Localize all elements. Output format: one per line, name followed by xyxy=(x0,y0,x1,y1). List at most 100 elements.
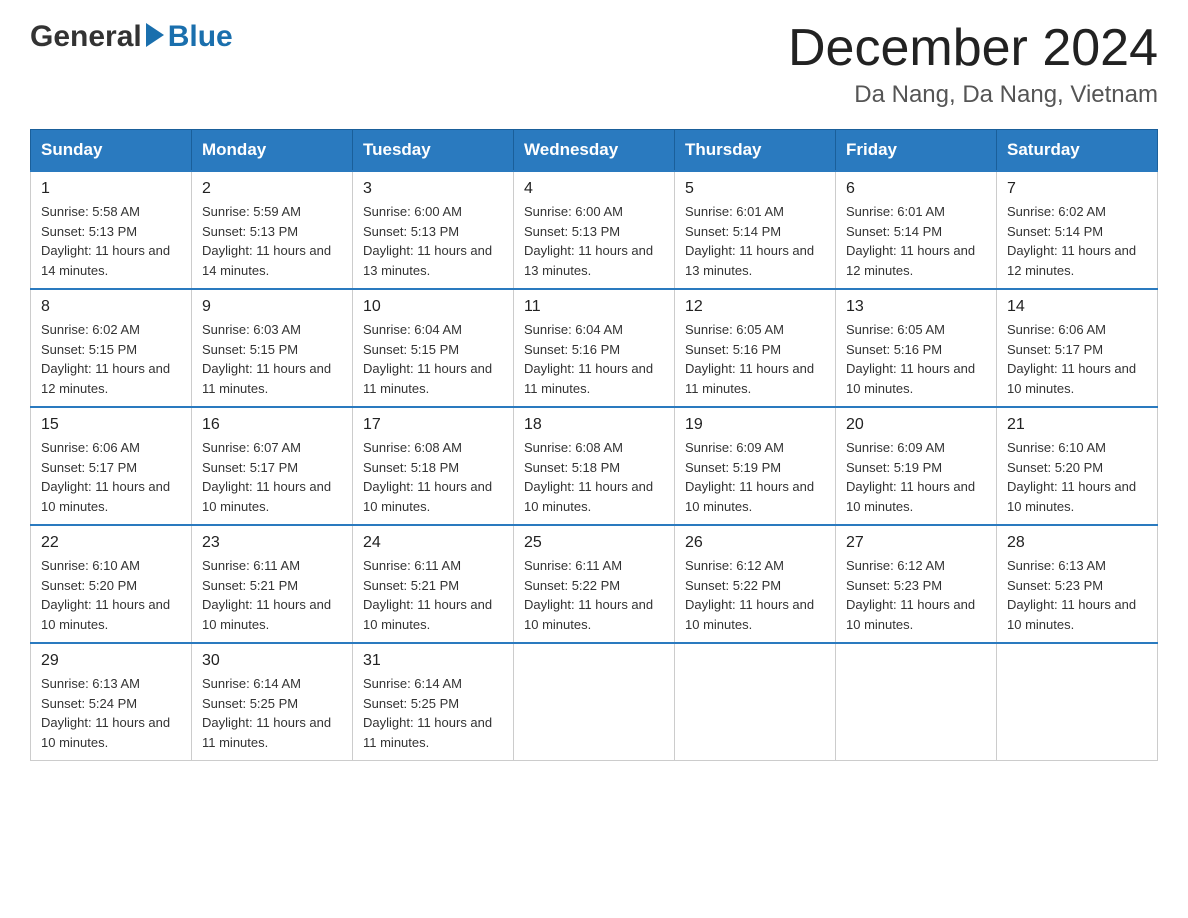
day-info: Sunrise: 6:10 AMSunset: 5:20 PMDaylight:… xyxy=(1007,438,1147,516)
day-number: 10 xyxy=(363,298,503,316)
day-info: Sunrise: 6:12 AMSunset: 5:22 PMDaylight:… xyxy=(685,556,825,634)
calendar-cell: 16 Sunrise: 6:07 AMSunset: 5:17 PMDayligh… xyxy=(192,407,353,525)
day-info: Sunrise: 6:07 AMSunset: 5:17 PMDaylight:… xyxy=(202,438,342,516)
day-info: Sunrise: 5:59 AMSunset: 5:13 PMDaylight:… xyxy=(202,202,342,280)
day-number: 18 xyxy=(524,416,664,434)
day-info: Sunrise: 6:09 AMSunset: 5:19 PMDaylight:… xyxy=(846,438,986,516)
calendar-cell: 7Sunrise: 6:02 AMSunset: 5:14 PMDaylight… xyxy=(997,171,1158,289)
calendar-cell: 8 Sunrise: 6:02 AMSunset: 5:15 PMDaylight… xyxy=(31,289,192,407)
location-title: Da Nang, Da Nang, Vietnam xyxy=(788,81,1158,109)
day-number: 25 xyxy=(524,534,664,552)
day-info: Sunrise: 6:04 AMSunset: 5:15 PMDaylight:… xyxy=(363,320,503,398)
calendar-cell: 5Sunrise: 6:01 AMSunset: 5:14 PMDaylight… xyxy=(675,171,836,289)
day-number: 2 xyxy=(202,180,342,198)
weekday-header-sunday: Sunday xyxy=(31,130,192,172)
day-info: Sunrise: 6:05 AMSunset: 5:16 PMDaylight:… xyxy=(685,320,825,398)
logo: General Blue xyxy=(30,20,233,54)
day-info: Sunrise: 6:12 AMSunset: 5:23 PMDaylight:… xyxy=(846,556,986,634)
day-info: Sunrise: 6:05 AMSunset: 5:16 PMDaylight:… xyxy=(846,320,986,398)
calendar-cell: 20Sunrise: 6:09 AMSunset: 5:19 PMDayligh… xyxy=(836,407,997,525)
day-info: Sunrise: 6:06 AMSunset: 5:17 PMDaylight:… xyxy=(1007,320,1147,398)
day-info: Sunrise: 6:11 AMSunset: 5:21 PMDaylight:… xyxy=(363,556,503,634)
calendar-cell: 27 Sunrise: 6:12 AMSunset: 5:23 PMDayligh… xyxy=(836,525,997,643)
day-number: 28 xyxy=(1007,534,1147,552)
day-info: Sunrise: 6:10 AMSunset: 5:20 PMDaylight:… xyxy=(41,556,181,634)
day-number: 9 xyxy=(202,298,342,316)
calendar-cell: 18 Sunrise: 6:08 AMSunset: 5:18 PMDayligh… xyxy=(514,407,675,525)
day-info: Sunrise: 6:13 AMSunset: 5:24 PMDaylight:… xyxy=(41,674,181,752)
logo-chevron-icon xyxy=(146,23,164,47)
calendar-cell: 19Sunrise: 6:09 AMSunset: 5:19 PMDayligh… xyxy=(675,407,836,525)
weekday-header-thursday: Thursday xyxy=(675,130,836,172)
weekday-header-tuesday: Tuesday xyxy=(353,130,514,172)
day-number: 16 xyxy=(202,416,342,434)
day-number: 31 xyxy=(363,652,503,670)
day-number: 14 xyxy=(1007,298,1147,316)
day-info: Sunrise: 6:08 AMSunset: 5:18 PMDaylight:… xyxy=(524,438,664,516)
day-info: Sunrise: 5:58 AMSunset: 5:13 PMDaylight:… xyxy=(41,202,181,280)
day-info: Sunrise: 6:04 AMSunset: 5:16 PMDaylight:… xyxy=(524,320,664,398)
day-number: 27 xyxy=(846,534,986,552)
weekday-header-row: SundayMondayTuesdayWednesdayThursdayFrid… xyxy=(31,130,1158,172)
day-number: 7 xyxy=(1007,180,1147,198)
calendar-cell: 4 Sunrise: 6:00 AMSunset: 5:13 PMDaylight… xyxy=(514,171,675,289)
logo-general-text: General xyxy=(30,20,142,54)
calendar-cell: 6 Sunrise: 6:01 AMSunset: 5:14 PMDaylight… xyxy=(836,171,997,289)
day-number: 4 xyxy=(524,180,664,198)
day-info: Sunrise: 6:11 AMSunset: 5:22 PMDaylight:… xyxy=(524,556,664,634)
day-number: 15 xyxy=(41,416,181,434)
day-number: 19 xyxy=(685,416,825,434)
calendar-cell: 11 Sunrise: 6:04 AMSunset: 5:16 PMDayligh… xyxy=(514,289,675,407)
day-number: 1 xyxy=(41,180,181,198)
day-number: 23 xyxy=(202,534,342,552)
calendar-cell: 2 Sunrise: 5:59 AMSunset: 5:13 PMDaylight… xyxy=(192,171,353,289)
calendar-cell: 1 Sunrise: 5:58 AMSunset: 5:13 PMDaylight… xyxy=(31,171,192,289)
day-info: Sunrise: 6:06 AMSunset: 5:17 PMDaylight:… xyxy=(41,438,181,516)
calendar-cell: 22Sunrise: 6:10 AMSunset: 5:20 PMDayligh… xyxy=(31,525,192,643)
calendar-cell: 9 Sunrise: 6:03 AMSunset: 5:15 PMDaylight… xyxy=(192,289,353,407)
month-title: December 2024 xyxy=(788,20,1158,77)
calendar-cell: 28Sunrise: 6:13 AMSunset: 5:23 PMDayligh… xyxy=(997,525,1158,643)
day-number: 6 xyxy=(846,180,986,198)
calendar-week-row: 8 Sunrise: 6:02 AMSunset: 5:15 PMDaylight… xyxy=(31,289,1158,407)
calendar-cell: 21 Sunrise: 6:10 AMSunset: 5:20 PMDayligh… xyxy=(997,407,1158,525)
calendar-cell xyxy=(836,643,997,761)
weekday-header-friday: Friday xyxy=(836,130,997,172)
calendar-week-row: 15 Sunrise: 6:06 AMSunset: 5:17 PMDayligh… xyxy=(31,407,1158,525)
day-info: Sunrise: 6:14 AMSunset: 5:25 PMDaylight:… xyxy=(202,674,342,752)
calendar-cell xyxy=(675,643,836,761)
title-block: December 2024 Da Nang, Da Nang, Vietnam xyxy=(788,20,1158,109)
weekday-header-saturday: Saturday xyxy=(997,130,1158,172)
calendar-cell: 12Sunrise: 6:05 AMSunset: 5:16 PMDayligh… xyxy=(675,289,836,407)
day-number: 17 xyxy=(363,416,503,434)
calendar-cell: 3Sunrise: 6:00 AMSunset: 5:13 PMDaylight… xyxy=(353,171,514,289)
calendar-cell: 26Sunrise: 6:12 AMSunset: 5:22 PMDayligh… xyxy=(675,525,836,643)
calendar-cell: 24Sunrise: 6:11 AMSunset: 5:21 PMDayligh… xyxy=(353,525,514,643)
calendar-cell: 14 Sunrise: 6:06 AMSunset: 5:17 PMDayligh… xyxy=(997,289,1158,407)
day-number: 21 xyxy=(1007,416,1147,434)
day-number: 3 xyxy=(363,180,503,198)
day-info: Sunrise: 6:01 AMSunset: 5:14 PMDaylight:… xyxy=(846,202,986,280)
page-header: General Blue December 2024 Da Nang, Da N… xyxy=(30,20,1158,109)
day-number: 11 xyxy=(524,298,664,316)
day-info: Sunrise: 6:14 AMSunset: 5:25 PMDaylight:… xyxy=(363,674,503,752)
day-number: 5 xyxy=(685,180,825,198)
calendar-cell xyxy=(514,643,675,761)
weekday-header-wednesday: Wednesday xyxy=(514,130,675,172)
day-number: 30 xyxy=(202,652,342,670)
day-number: 13 xyxy=(846,298,986,316)
day-info: Sunrise: 6:08 AMSunset: 5:18 PMDaylight:… xyxy=(363,438,503,516)
calendar-week-row: 1 Sunrise: 5:58 AMSunset: 5:13 PMDaylight… xyxy=(31,171,1158,289)
calendar-week-row: 29 Sunrise: 6:13 AMSunset: 5:24 PMDayligh… xyxy=(31,643,1158,761)
day-info: Sunrise: 6:00 AMSunset: 5:13 PMDaylight:… xyxy=(524,202,664,280)
day-info: Sunrise: 6:02 AMSunset: 5:15 PMDaylight:… xyxy=(41,320,181,398)
calendar-cell: 13 Sunrise: 6:05 AMSunset: 5:16 PMDayligh… xyxy=(836,289,997,407)
day-number: 29 xyxy=(41,652,181,670)
day-number: 8 xyxy=(41,298,181,316)
calendar-cell: 29 Sunrise: 6:13 AMSunset: 5:24 PMDayligh… xyxy=(31,643,192,761)
logo-blue-text: Blue xyxy=(168,20,233,54)
day-info: Sunrise: 6:03 AMSunset: 5:15 PMDaylight:… xyxy=(202,320,342,398)
calendar-cell: 10 Sunrise: 6:04 AMSunset: 5:15 PMDayligh… xyxy=(353,289,514,407)
calendar-cell: 23 Sunrise: 6:11 AMSunset: 5:21 PMDayligh… xyxy=(192,525,353,643)
day-info: Sunrise: 6:11 AMSunset: 5:21 PMDaylight:… xyxy=(202,556,342,634)
